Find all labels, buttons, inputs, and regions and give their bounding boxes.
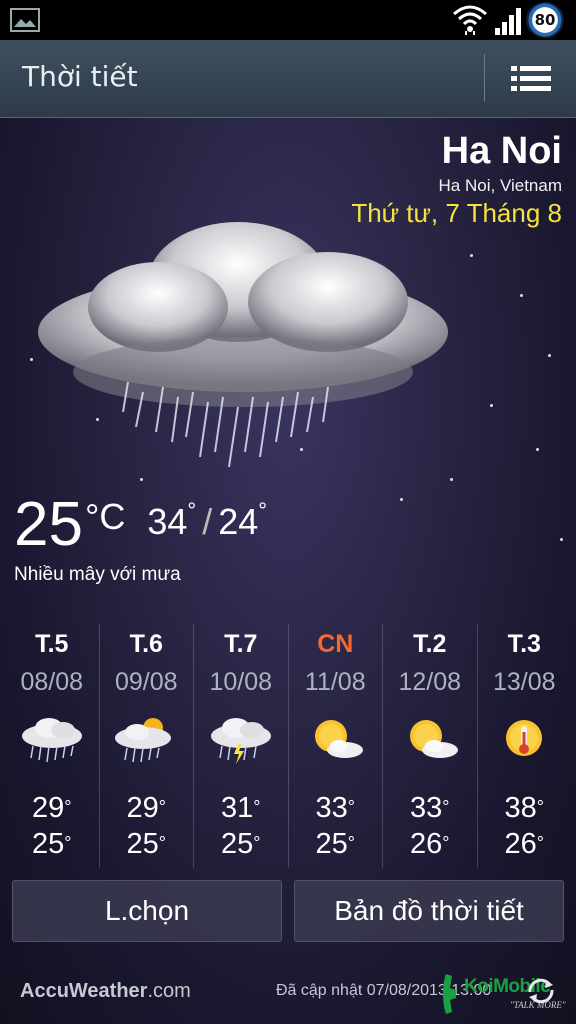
wifi-icon	[453, 5, 487, 35]
low-value: 25	[315, 828, 348, 860]
battery-level: 80	[534, 11, 556, 29]
high-value: 31	[221, 792, 254, 824]
star	[536, 448, 539, 451]
menu-list-icon	[511, 66, 551, 91]
day-high: 38°	[478, 792, 572, 825]
forecast-strip: T.5 08/08 29° 25° T.6 09/08 29° 25° T.7 …	[5, 624, 571, 868]
high-value: 38	[504, 792, 537, 824]
brand-suffix: .com	[147, 980, 191, 1002]
app-bar: Thời tiết	[0, 40, 576, 118]
degree-symbol: °	[187, 498, 197, 523]
day-low: 25°	[100, 828, 194, 861]
forecast-day[interactable]: T.7 10/08 31° 25°	[194, 624, 289, 868]
cloud-thunder-icon	[210, 718, 271, 764]
cloud-rain-icon	[38, 222, 448, 468]
app-bar-divider	[484, 54, 485, 102]
weather-map-button[interactable]: Bản đồ thời tiết	[294, 880, 564, 942]
star	[520, 294, 523, 297]
day-name: T.5	[35, 630, 69, 658]
star	[470, 254, 473, 257]
degree-symbol: °	[536, 797, 544, 817]
high-low: 34 ° / 24 °	[147, 490, 267, 554]
forecast-day[interactable]: T.6 09/08 29° 25°	[100, 624, 194, 868]
low-value: 25	[221, 828, 254, 860]
weather-panel: Ha Noi Ha Noi, Vietnam Thứ tư, 7 Tháng 8	[0, 118, 576, 1024]
options-button[interactable]: L.chọn	[12, 880, 282, 942]
forecast-day[interactable]: T.3 13/08 38° 26°	[478, 624, 572, 868]
star	[490, 404, 493, 407]
sun-cloud-icon	[315, 720, 364, 758]
day-low: 25°	[5, 828, 99, 861]
star	[560, 538, 563, 541]
low-value: 26	[504, 828, 537, 860]
degree-symbol: °	[347, 833, 355, 853]
weather-condition: Nhiều mây với mưa	[14, 564, 181, 585]
high-value: 29	[126, 792, 159, 824]
low-temp: 24	[218, 501, 259, 542]
degree-symbol: °	[347, 797, 355, 817]
degree-symbol: °	[253, 797, 261, 817]
degree-symbol: °	[258, 498, 268, 523]
signal-icon	[495, 8, 521, 35]
day-date: 09/08	[114, 668, 178, 696]
low-value: 25	[126, 828, 159, 860]
high-value: 33	[410, 792, 443, 824]
day-high: 31°	[194, 792, 288, 825]
degree-symbol: °	[253, 833, 261, 853]
sun-hot-icon	[506, 720, 543, 756]
star	[548, 354, 551, 357]
low-value: 26	[410, 828, 443, 860]
refresh-icon[interactable]	[524, 974, 558, 1008]
status-bar: 80	[0, 0, 576, 40]
day-date: 13/08	[492, 668, 556, 696]
degree-symbol: °	[442, 833, 450, 853]
low-value: 25	[32, 828, 65, 860]
day-low: 25°	[289, 828, 383, 861]
day-date: 08/08	[20, 668, 84, 696]
degree-symbol: °	[442, 797, 450, 817]
day-high: 29°	[100, 792, 194, 825]
high-temp: 34	[147, 501, 188, 542]
menu-button[interactable]	[496, 52, 566, 106]
day-high: 29°	[5, 792, 99, 825]
day-high: 33°	[289, 792, 383, 825]
day-low: 26°	[383, 828, 477, 861]
region-name: Ha Noi, Vietnam	[438, 176, 562, 195]
day-low: 26°	[478, 828, 572, 861]
day-high: 33°	[383, 792, 477, 825]
day-low: 25°	[194, 828, 288, 861]
day-name: T.7	[224, 630, 258, 658]
day-name: CN	[317, 630, 354, 658]
cloud-rain-icon	[21, 718, 82, 763]
sun-cloud-icon	[409, 720, 458, 758]
current-temp-unit: °C	[84, 496, 126, 537]
day-date: 10/08	[209, 668, 273, 696]
forecast-day[interactable]: CN 11/08 33° 25°	[289, 624, 383, 868]
degree-symbol: °	[158, 797, 166, 817]
accuweather-logo[interactable]: AccuWeather.com	[20, 980, 191, 1003]
sun-cloud-rain-icon	[115, 718, 172, 763]
forecast-day[interactable]: T.2 12/08 33° 26°	[383, 624, 478, 868]
gallery-icon	[10, 8, 40, 32]
day-date: 11/08	[304, 668, 366, 696]
city-name: Ha Noi	[441, 130, 562, 172]
slash: /	[202, 501, 213, 542]
forecast-day[interactable]: T.5 08/08 29° 25°	[5, 624, 100, 868]
battery-icon: 80	[526, 2, 564, 38]
current-temp-value: 25	[14, 490, 83, 559]
app-title: Thời tiết	[22, 60, 138, 93]
high-value: 29	[32, 792, 65, 824]
day-name: T.6	[129, 630, 163, 658]
brand-name: AccuWeather	[20, 980, 148, 1002]
day-name: T.3	[507, 630, 541, 658]
degree-symbol: °	[158, 833, 166, 853]
temp-unit-letter: C	[99, 496, 126, 537]
degree-symbol: °	[536, 833, 544, 853]
degree-symbol: °	[64, 833, 72, 853]
day-name: T.2	[413, 630, 447, 658]
degree-symbol: °	[64, 797, 72, 817]
high-value: 33	[315, 792, 348, 824]
day-date: 12/08	[398, 668, 462, 696]
current-temperature: 25 °C 34 ° / 24 °	[14, 490, 267, 560]
